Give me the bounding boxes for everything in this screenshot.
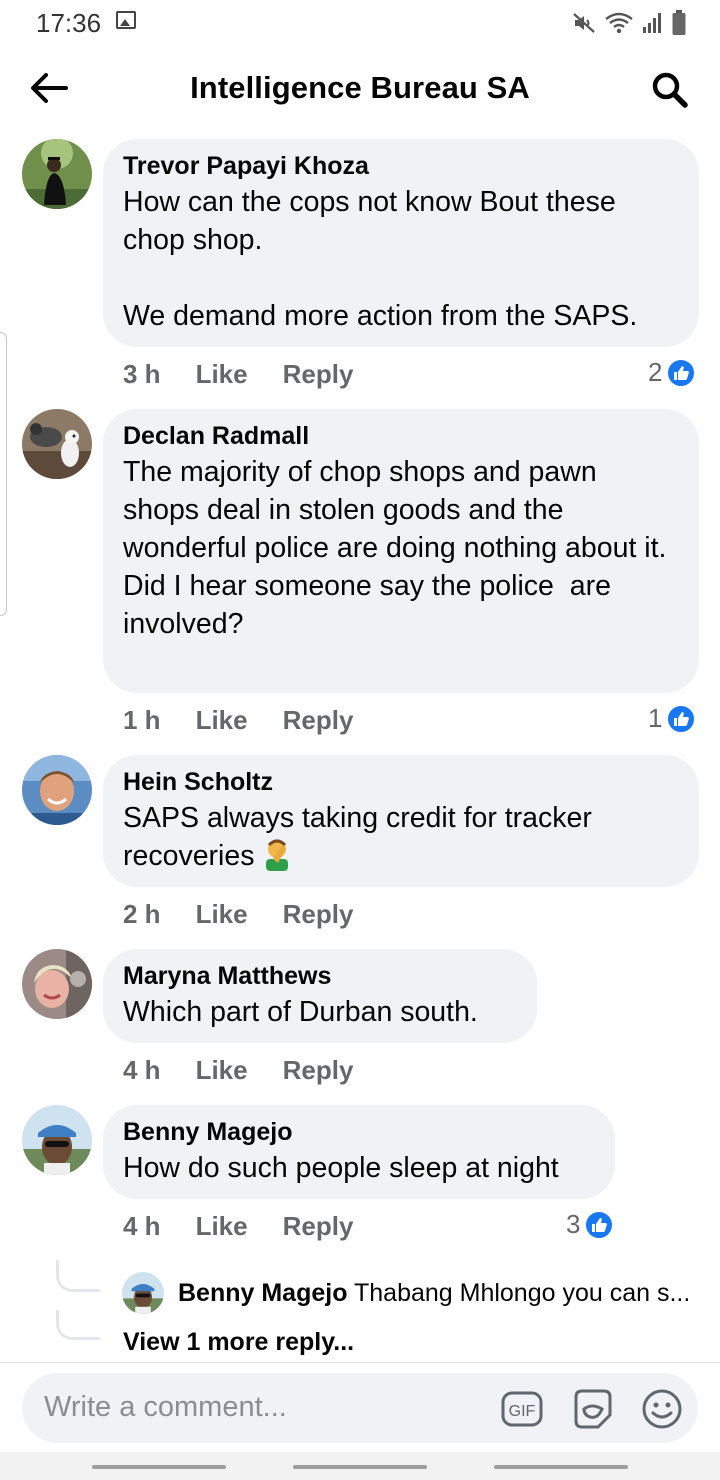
thread-connector	[56, 1260, 100, 1292]
comment-author[interactable]: Trevor Papayi Khoza	[123, 151, 679, 181]
emoji-icon	[642, 1389, 682, 1429]
comment-text: SAPS always taking credit for tracker re…	[123, 802, 600, 872]
avatar[interactable]	[122, 1272, 164, 1314]
reply-button[interactable]: Reply	[283, 899, 354, 930]
reaction-number: 3	[566, 1209, 581, 1239]
nav-recents-button[interactable]	[92, 1465, 226, 1469]
like-button[interactable]: Like	[196, 705, 248, 736]
comment-text: How can the cops not know Bout these cho…	[123, 186, 638, 332]
search-icon	[652, 72, 688, 108]
reaction-count[interactable]: 3	[566, 1209, 615, 1240]
view-more-replies-link[interactable]: View 1 more reply...	[123, 1328, 354, 1357]
avatar[interactable]	[22, 139, 92, 209]
thumbs-up-icon	[666, 703, 697, 734]
comment-bubble[interactable]: Maryna Matthews Which part of Durban sou…	[103, 949, 537, 1043]
system-nav-bar	[0, 1452, 720, 1480]
reply-preview[interactable]: Benny Magejo Thabang Mhlongo you can s..…	[122, 1272, 702, 1314]
sticker-icon	[574, 1389, 612, 1429]
avatar[interactable]	[22, 1105, 92, 1175]
comment-actions: 3 h Like Reply	[123, 359, 353, 390]
comment-author[interactable]: Hein Scholtz	[123, 767, 679, 797]
comment-actions: 4 h Like Reply	[123, 1211, 353, 1242]
avatar[interactable]	[22, 409, 92, 479]
reply-preview-text: Benny Magejo Thabang Mhlongo you can s..…	[178, 1279, 690, 1308]
comment-text: How do such people sleep at night	[123, 1152, 559, 1184]
comment-bubble[interactable]: Declan Radmall The majority of chop shop…	[103, 409, 699, 693]
comment-author[interactable]: Declan Radmall	[123, 421, 679, 451]
reaction-number: 2	[648, 357, 663, 387]
comment-text: The majority of chop shops and pawn shop…	[123, 456, 667, 640]
gif-label: GIF	[509, 1403, 536, 1420]
like-button[interactable]: Like	[196, 1055, 248, 1086]
edge-panel-handle[interactable]	[0, 332, 7, 616]
comment-author[interactable]: Maryna Matthews	[123, 961, 517, 991]
sticker-button[interactable]	[570, 1387, 614, 1431]
status-bar: 17:36	[0, 0, 720, 44]
reaction-count[interactable]: 2	[648, 357, 697, 388]
wifi-icon	[605, 12, 633, 34]
signal-icon	[643, 13, 661, 33]
comment-text-wrap: SAPS always taking credit for tracker re…	[123, 799, 679, 875]
reply-button[interactable]: Reply	[283, 705, 354, 736]
battery-icon	[672, 10, 686, 35]
reply-button[interactable]: Reply	[283, 1211, 354, 1242]
header: Intelligence Bureau SA	[0, 56, 720, 122]
status-time: 17:36	[36, 8, 102, 38]
comment-bubble[interactable]: Hein Scholtz SAPS always taking credit f…	[103, 755, 699, 887]
nav-back-button[interactable]	[494, 1465, 628, 1469]
gif-button[interactable]: GIF	[500, 1387, 544, 1431]
avatar[interactable]	[22, 949, 92, 1019]
nav-home-button[interactable]	[293, 1465, 427, 1469]
thumbs-up-icon	[666, 357, 697, 388]
comment-bubble[interactable]: Trevor Papayi Khoza How can the cops not…	[103, 139, 699, 347]
status-icons	[572, 10, 686, 36]
reply-button[interactable]: Reply	[283, 359, 354, 390]
search-button[interactable]	[650, 70, 690, 110]
comment-actions: 2 h Like Reply	[123, 899, 353, 930]
composer-bar: Write a comment... GIF	[0, 1362, 720, 1458]
comment-actions: 1 h Like Reply	[123, 705, 353, 736]
comment-text: Which part of Durban south.	[123, 996, 478, 1028]
mute-icon	[573, 13, 595, 33]
comment-input[interactable]: Write a comment... GIF	[22, 1373, 698, 1443]
comment-bubble[interactable]: Benny Magejo How do such people sleep at…	[103, 1105, 615, 1199]
comment-time[interactable]: 4 h	[123, 1211, 161, 1242]
avatar[interactable]	[22, 755, 92, 825]
comment-input-placeholder: Write a comment...	[44, 1391, 287, 1423]
comment-actions: 4 h Like Reply	[123, 1055, 353, 1086]
image-icon	[116, 11, 136, 29]
like-button[interactable]: Like	[196, 899, 248, 930]
reaction-count[interactable]: 1	[648, 703, 697, 734]
thumbs-up-icon	[584, 1209, 615, 1240]
emoji-button[interactable]	[640, 1387, 684, 1431]
gif-icon: GIF	[501, 1391, 543, 1427]
comment-time[interactable]: 1 h	[123, 705, 161, 736]
like-button[interactable]: Like	[196, 1211, 248, 1242]
reply-button[interactable]: Reply	[283, 1055, 354, 1086]
comment-time[interactable]: 3 h	[123, 359, 161, 390]
thread-connector	[56, 1310, 100, 1340]
man-facepalming-emoji	[266, 839, 289, 871]
comment-time[interactable]: 2 h	[123, 899, 161, 930]
comment-time[interactable]: 4 h	[123, 1055, 161, 1086]
reply-author[interactable]: Benny Magejo	[178, 1279, 347, 1307]
page-title: Intelligence Bureau SA	[190, 70, 530, 105]
like-button[interactable]: Like	[196, 359, 248, 390]
reply-snippet: Thabang Mhlongo you can s...	[353, 1278, 691, 1307]
reaction-number: 1	[648, 703, 663, 733]
comment-author[interactable]: Benny Magejo	[123, 1117, 595, 1147]
